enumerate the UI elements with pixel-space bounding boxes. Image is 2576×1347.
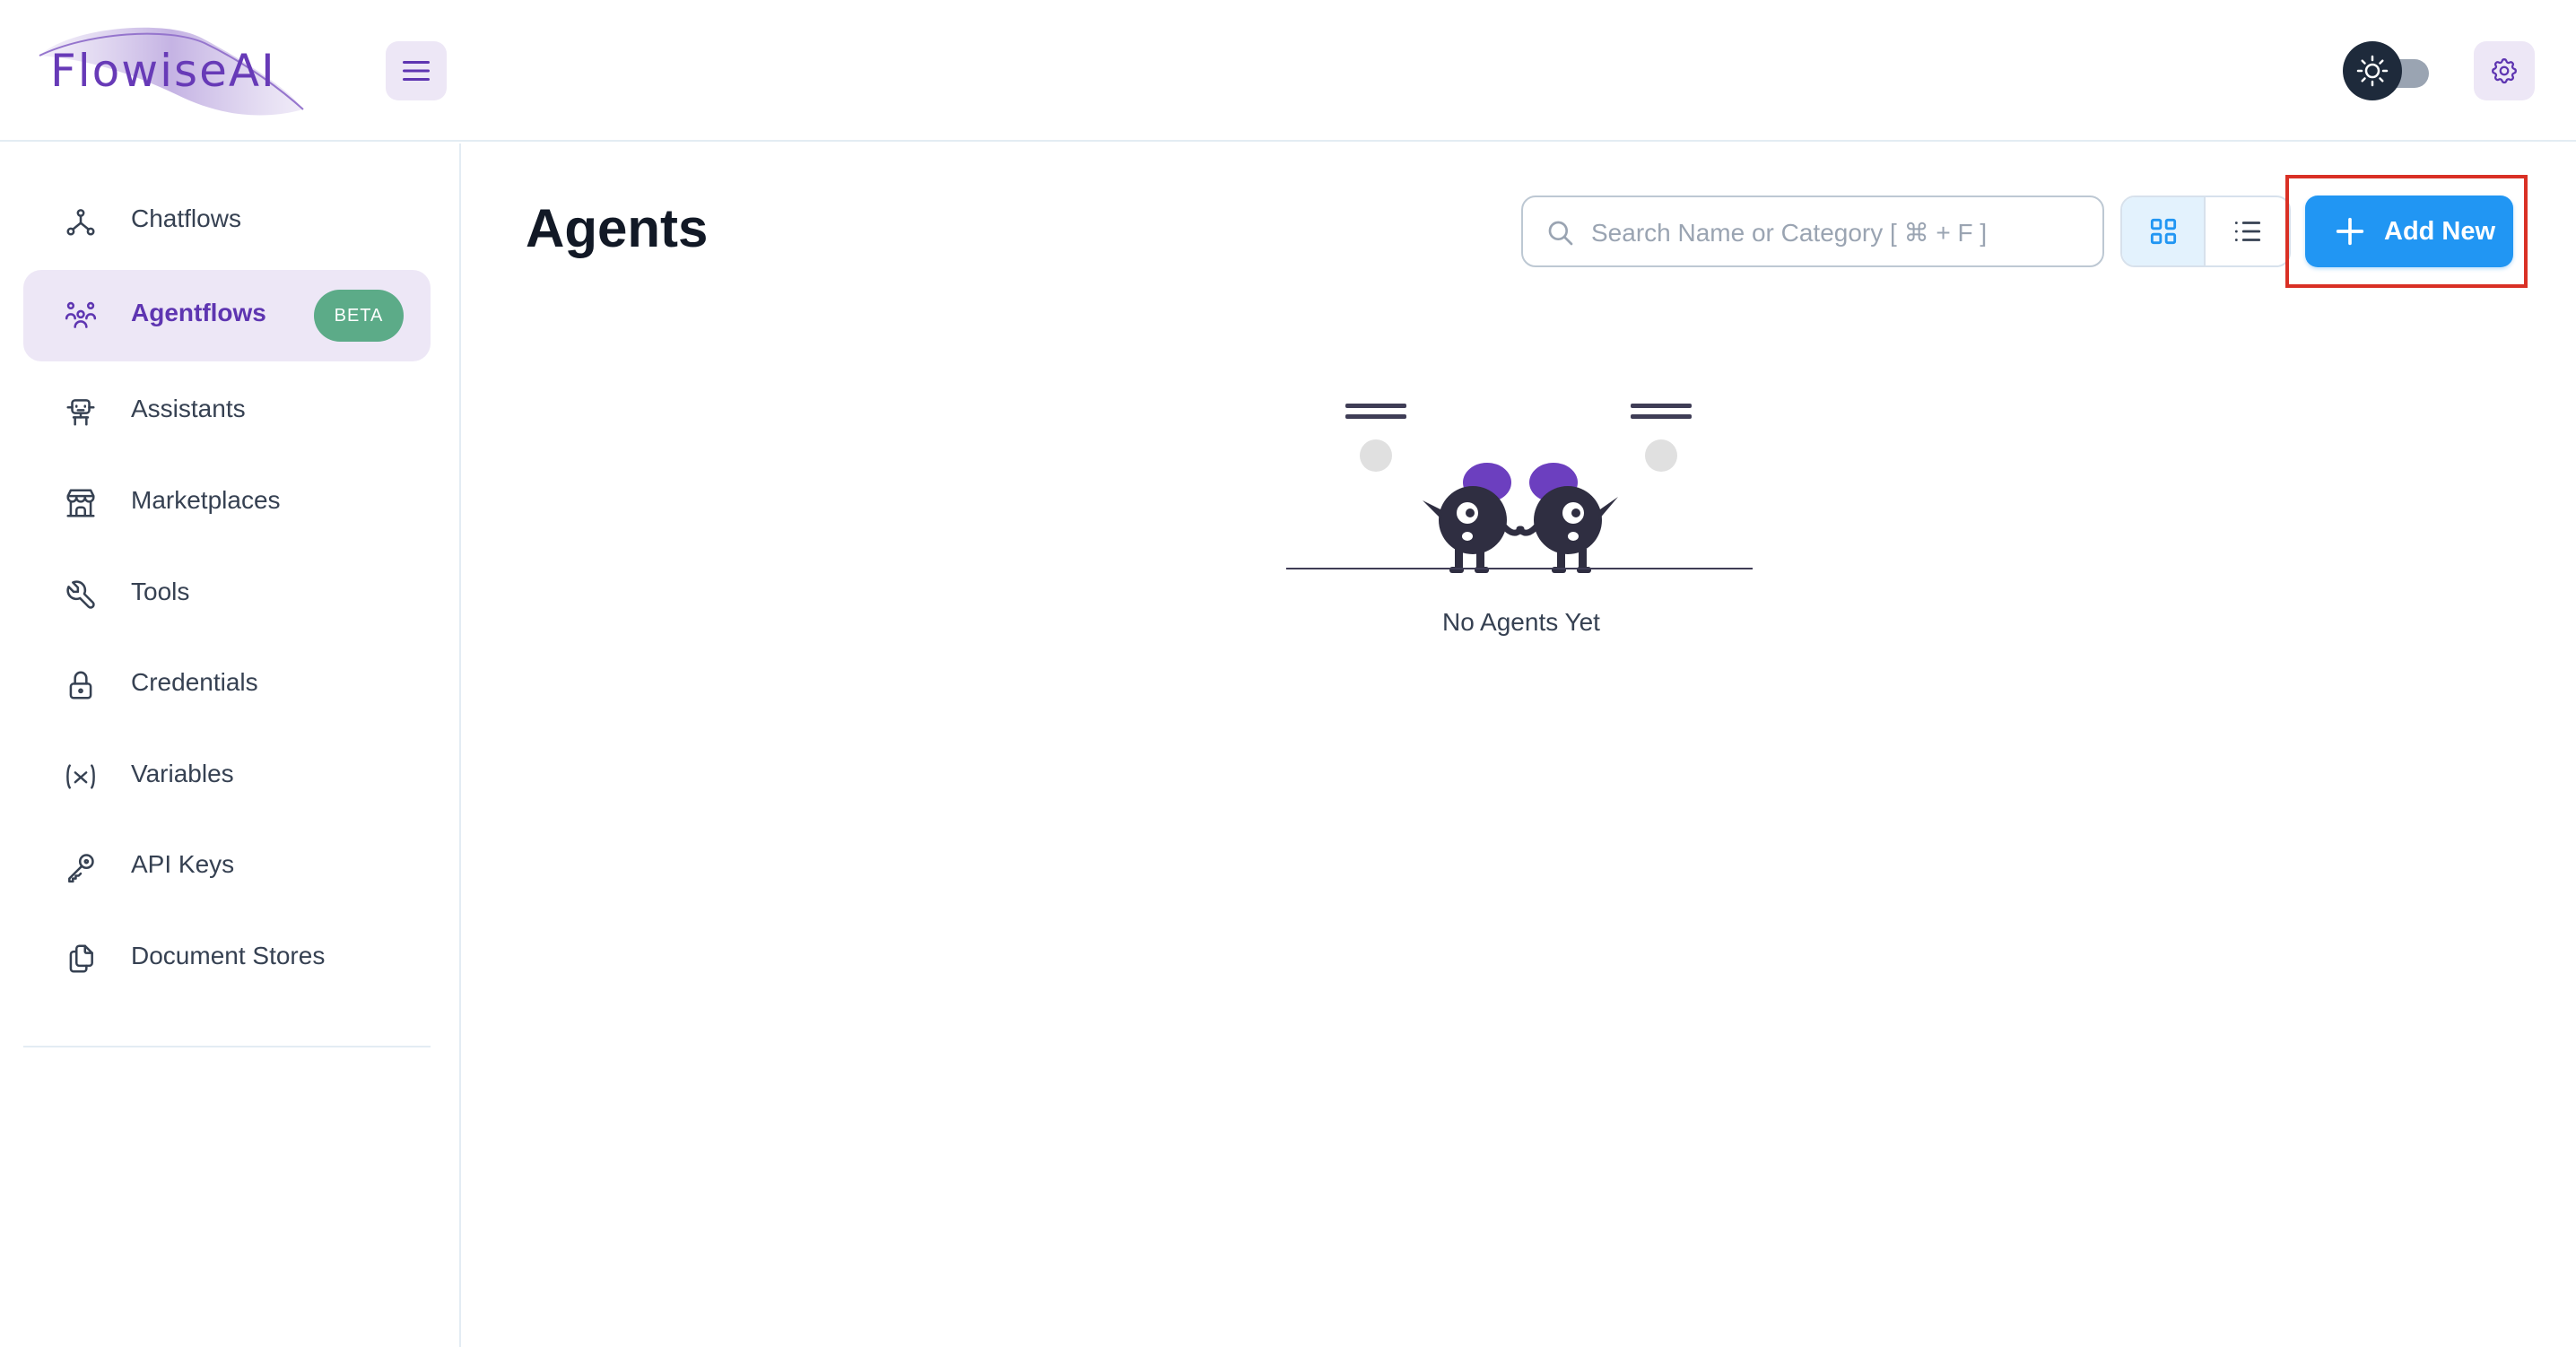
sidebar-item-label: Agentflows <box>131 299 266 326</box>
sidebar-item-chatflows[interactable]: Chatflows <box>23 176 431 267</box>
files-icon <box>63 941 99 977</box>
page-title: Agents <box>526 198 709 258</box>
sidebar-item-api-keys[interactable]: API Keys <box>23 821 431 913</box>
empty-state-illustration <box>1286 404 1753 573</box>
sidebar-divider <box>23 1046 431 1047</box>
dark-mode-toggle[interactable] <box>2343 41 2436 100</box>
sidebar-item-credentials[interactable]: Credentials <box>23 639 431 731</box>
toggle-knob <box>2343 41 2402 100</box>
add-new-button[interactable]: Add New <box>2305 196 2513 267</box>
sidebar-item-label: API Keys <box>131 850 235 878</box>
nodes-icon <box>63 204 99 239</box>
flowise-logo[interactable]: FlowiseAI <box>34 23 312 117</box>
grid-icon <box>2150 218 2176 245</box>
sidebar-item-label: Document Stores <box>131 942 326 969</box>
view-mode-toggle <box>2120 196 2291 267</box>
variable-icon <box>63 759 99 795</box>
sidebar-item-agentflows[interactable]: Agentflows BETA <box>23 270 431 361</box>
sidebar-item-variables[interactable]: Variables <box>23 731 431 822</box>
sidebar-item-label: Variables <box>131 760 234 787</box>
menu-toggle-button[interactable] <box>386 41 447 100</box>
sidebar-item-label: Assistants <box>131 395 246 422</box>
add-new-label: Add New <box>2384 217 2496 246</box>
sidebar-item-label: Chatflows <box>131 204 241 232</box>
hamburger-menu-icon <box>403 61 430 81</box>
sidebar-item-document-stores[interactable]: Document Stores <box>23 913 431 1004</box>
key-icon <box>63 849 99 885</box>
robot-icon <box>63 394 99 430</box>
top-header: FlowiseAI <box>0 0 2576 142</box>
storefront-icon <box>63 485 99 521</box>
sidebar-item-assistants[interactable]: Assistants <box>23 366 431 457</box>
grid-view-button[interactable] <box>2122 197 2206 265</box>
lock-icon <box>63 667 99 703</box>
wrench-icon <box>63 577 99 613</box>
list-view-button[interactable] <box>2206 197 2289 265</box>
sidebar: Chatflows Agentflows BETA Assistants Mar… <box>0 143 461 1347</box>
users-group-icon <box>63 298 99 334</box>
list-icon <box>2234 222 2260 241</box>
plus-icon <box>2336 217 2364 246</box>
search-input[interactable] <box>1591 213 2084 253</box>
sun-icon <box>2356 55 2389 87</box>
empty-state-message: No Agents Yet <box>1442 608 1600 636</box>
sidebar-item-marketplaces[interactable]: Marketplaces <box>23 457 431 549</box>
search-icon <box>1548 221 1573 246</box>
logo-text: FlowiseAI <box>50 45 276 97</box>
sidebar-item-label: Marketplaces <box>131 486 281 514</box>
gear-icon <box>2492 58 2517 84</box>
beta-badge: BETA <box>314 290 404 342</box>
sidebar-item-tools[interactable]: Tools <box>23 549 431 640</box>
settings-button[interactable] <box>2474 41 2535 100</box>
sidebar-item-label: Credentials <box>131 668 258 696</box>
search-field[interactable] <box>1521 196 2104 267</box>
sidebar-item-label: Tools <box>131 578 190 605</box>
